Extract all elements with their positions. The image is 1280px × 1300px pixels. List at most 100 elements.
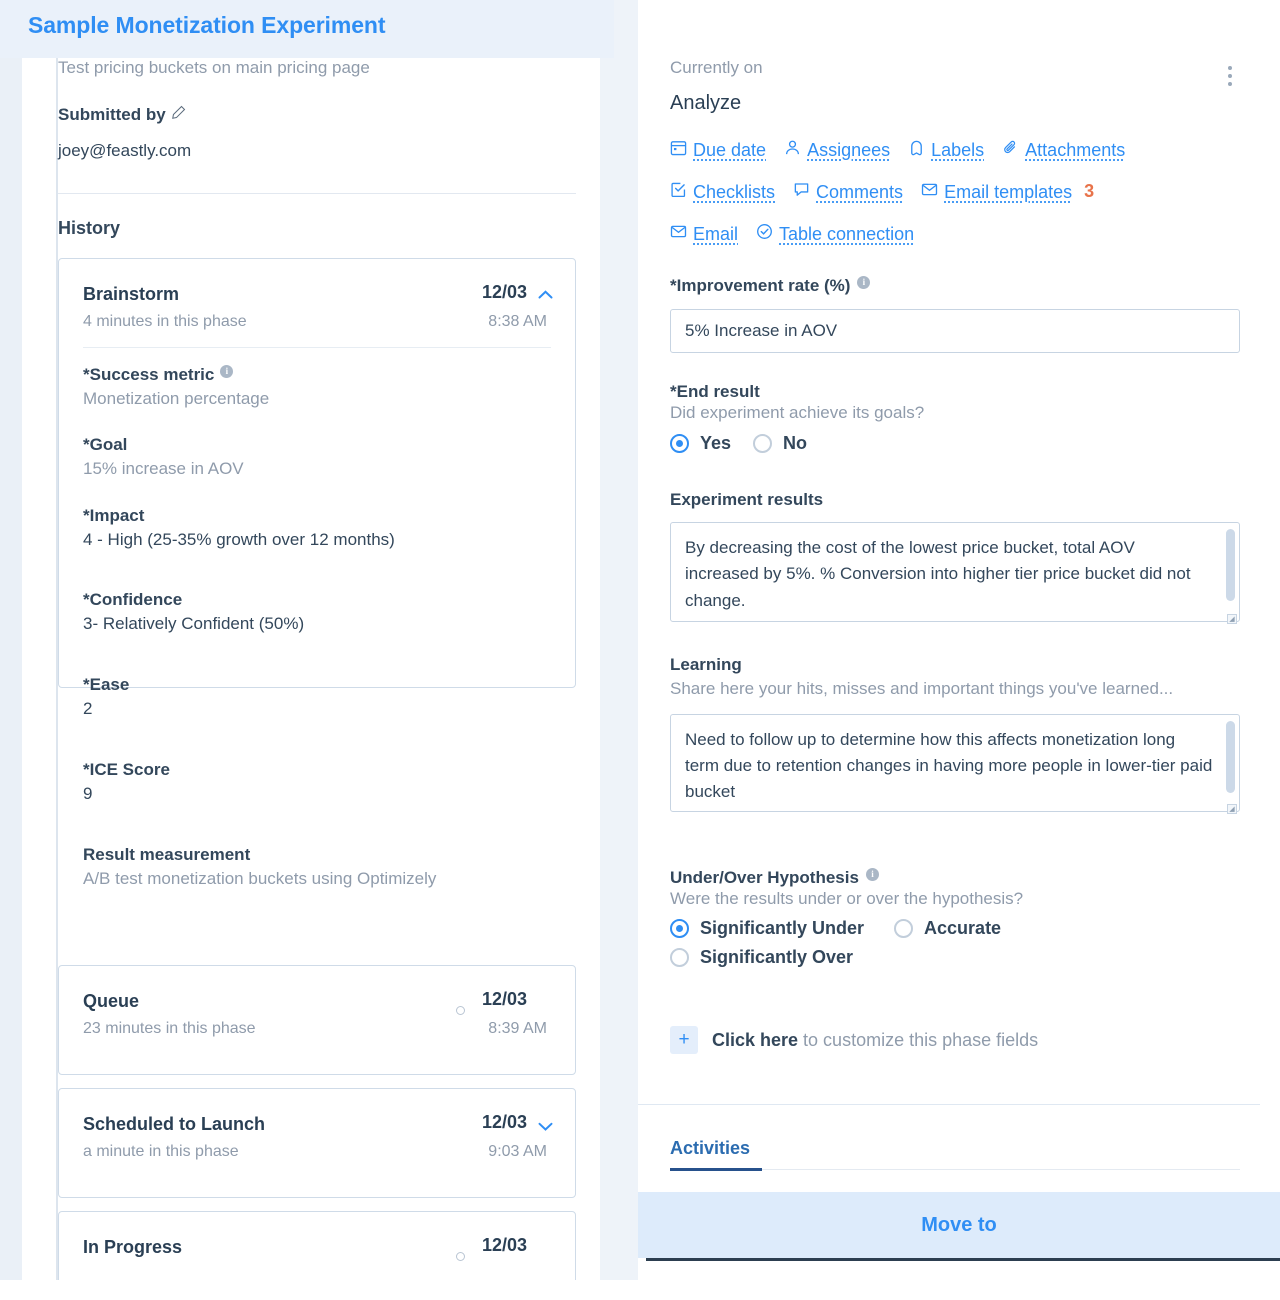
hypothesis-label: Under/Over Hypothesis	[670, 868, 859, 887]
left-scrollbar-track[interactable]	[600, 58, 614, 1280]
radio-option-significantly-over[interactable]: Significantly Over	[670, 947, 1240, 968]
phase-header[interactable]: In Progress 12/03	[59, 1212, 575, 1280]
radio-option-no[interactable]: No	[753, 433, 807, 454]
improvement-rate-input[interactable]	[670, 309, 1240, 353]
radio-accurate-icon[interactable]	[894, 919, 914, 938]
radio-option-significantly-under[interactable]: Significantly Under	[670, 918, 864, 939]
field-label: Result measurement	[83, 845, 251, 864]
submitted-by-label: Submitted by	[58, 105, 166, 124]
phase-date: 12/03	[481, 1112, 527, 1132]
email-templates-count-badge: 3	[1084, 181, 1095, 201]
person-icon	[784, 139, 801, 161]
title-band: Sample Monetization Experiment	[0, 0, 640, 58]
experiment-results-resize-handle[interactable]: ◢	[1227, 614, 1237, 624]
field-value: 3- Relatively Confident (50%)	[83, 614, 305, 633]
submitted-by-value: joey@feastly.com	[58, 141, 192, 160]
kebab-menu-icon[interactable]	[1228, 66, 1232, 90]
field-label: *Confidence	[83, 590, 183, 609]
phase-card-in-progress[interactable]: In Progress 12/03	[58, 1211, 576, 1280]
phase-header[interactable]: Brainstorm 4 minutes in this phase 12/03…	[59, 259, 575, 335]
phase-duration: a minute in this phase	[83, 1143, 239, 1160]
info-icon[interactable]: i	[857, 275, 871, 289]
info-icon[interactable]: i	[865, 867, 879, 881]
field-success-metric: *Success metric i Monetization percentage	[83, 364, 270, 409]
phase-header[interactable]: Queue 23 minutes in this phase 12/03 8:3…	[59, 966, 575, 1042]
circle-indicator-icon[interactable]	[456, 1006, 465, 1015]
phase-time: 8:39 AM	[488, 1020, 547, 1037]
experiment-results-textarea[interactable]	[670, 522, 1240, 622]
section-divider	[58, 193, 576, 194]
customize-link[interactable]: Click here	[712, 1030, 798, 1050]
radio-significantly-under-label: Significantly Under	[700, 918, 865, 938]
radio-no-label: No	[783, 433, 808, 453]
plus-icon[interactable]: +	[670, 1026, 698, 1054]
quick-link-labels[interactable]: Labels	[908, 139, 984, 161]
customize-text: Click here to customize this phase field…	[712, 1030, 1038, 1051]
checklist-icon	[670, 181, 687, 203]
field-impact: *Impact 4 - High (25-35% growth over 12 …	[83, 506, 395, 550]
end-result-label: *End result	[670, 382, 760, 401]
quick-link-label: Comments	[816, 181, 904, 202]
radio-significantly-over-icon[interactable]	[670, 948, 689, 967]
pencil-icon[interactable]	[171, 105, 186, 125]
customize-phase-fields-row[interactable]: + Click here to customize this phase fie…	[670, 1026, 1038, 1054]
field-ice-score: *ICE Score 9	[83, 760, 170, 804]
improvement-rate-label-row: *Improvement rate (%) i	[670, 275, 1240, 296]
learning-group: Learning Share here your hits, misses an…	[670, 655, 1240, 817]
radio-significantly-under-icon[interactable]	[670, 919, 689, 938]
field-value: 15% increase in AOV	[83, 459, 244, 478]
phase-card-scheduled-to-launch[interactable]: Scheduled to Launch a minute in this pha…	[58, 1088, 576, 1198]
quick-link-email-templates[interactable]: Email templates	[921, 181, 1072, 203]
radio-no-icon[interactable]	[753, 434, 773, 453]
move-to-button[interactable]: Move to	[638, 1192, 1280, 1258]
phase-header[interactable]: Scheduled to Launch a minute in this pha…	[59, 1089, 575, 1165]
quick-link-due-date[interactable]: Due date	[670, 139, 766, 161]
info-icon[interactable]: i	[220, 364, 234, 378]
chevron-down-icon[interactable]	[538, 1119, 553, 1133]
quick-link-table-connection[interactable]: Table connection	[756, 223, 914, 245]
field-label: *Impact	[83, 506, 145, 525]
right-phase-pane: Currently on Analyze Due date Assignees …	[638, 0, 1280, 1300]
circle-indicator-icon[interactable]	[456, 1252, 465, 1261]
phase-date: 12/03	[481, 282, 527, 302]
quick-link-label: Email	[693, 223, 739, 244]
radio-option-yes[interactable]: Yes	[670, 433, 731, 454]
quick-link-email[interactable]: Email	[670, 223, 738, 245]
quick-link-attachments[interactable]: Attachments	[1002, 139, 1125, 161]
end-result-options: Yes No	[670, 433, 1240, 454]
radio-option-accurate[interactable]: Accurate	[894, 918, 1001, 939]
radio-yes-icon[interactable]	[670, 434, 689, 453]
end-result-help: Did experiment achieve its goals?	[670, 403, 925, 422]
field-label: *ICE Score	[83, 760, 170, 779]
quick-link-comments[interactable]: Comments	[793, 181, 903, 203]
envelope-icon	[921, 181, 938, 203]
field-ease: *Ease 2	[83, 675, 129, 719]
quick-link-assignees[interactable]: Assignees	[784, 139, 890, 161]
phase-card-brainstorm[interactable]: Brainstorm 4 minutes in this phase 12/03…	[58, 258, 576, 888]
learning-textarea[interactable]	[670, 713, 1240, 812]
current-phase-name: Analyze	[670, 92, 742, 114]
tab-activities[interactable]: Activities	[670, 1138, 750, 1159]
customize-rest: to customize this phase fields	[798, 1029, 1039, 1050]
field-value: 9	[83, 784, 93, 803]
learning-help: Share here your hits, misses and importa…	[670, 679, 1174, 698]
learning-scrollbar[interactable]	[1226, 720, 1235, 793]
experiment-results-scrollbar[interactable]	[1226, 529, 1235, 601]
radio-yes-label: Yes	[700, 433, 732, 453]
field-value: Monetization percentage	[83, 389, 270, 408]
activities-section: Activities	[638, 1106, 1280, 1192]
quick-link-checklists[interactable]: Checklists	[670, 181, 775, 203]
tag-icon	[908, 139, 925, 161]
quick-link-label: Table connection	[779, 223, 915, 244]
calendar-icon	[670, 139, 687, 161]
radio-significantly-over-label: Significantly Over	[700, 947, 854, 967]
field-value: A/B test monetization buckets using Opti…	[83, 869, 437, 888]
quick-link-label: Attachments	[1025, 139, 1126, 160]
learning-resize-handle[interactable]: ◢	[1227, 803, 1237, 814]
envelope-icon	[670, 223, 687, 245]
phase-card-queue[interactable]: Queue 23 minutes in this phase 12/03 8:3…	[58, 965, 576, 1075]
field-label: *Goal	[83, 435, 128, 454]
chevron-up-icon[interactable]	[538, 287, 553, 301]
check-circle-icon	[756, 223, 773, 245]
quick-links-row-3: Email Table connection	[670, 223, 926, 245]
